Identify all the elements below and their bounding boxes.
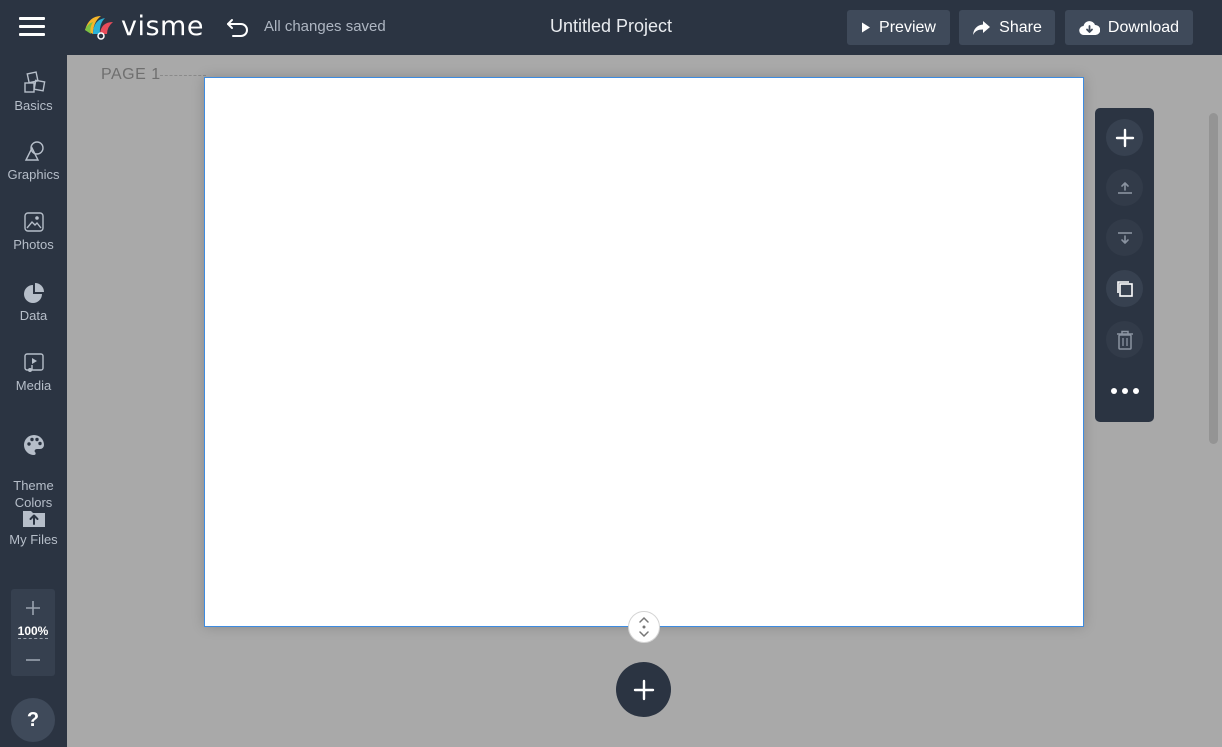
duplicate-page-button[interactable] <box>1106 270 1143 307</box>
move-page-up-button[interactable] <box>1106 169 1143 206</box>
preview-label: Preview <box>879 18 936 36</box>
zoom-control: 100% <box>11 589 55 676</box>
sidebar-item-my-files[interactable]: My Files <box>0 505 67 547</box>
zoom-in-button[interactable] <box>11 597 55 619</box>
more-icon <box>1110 388 1117 394</box>
sidebar-item-media[interactable]: Media <box>0 351 67 393</box>
share-button[interactable]: Share <box>959 10 1055 45</box>
folder-upload-icon <box>22 511 45 527</box>
data-icon <box>23 283 44 303</box>
sidebar-item-basics[interactable]: Basics <box>0 71 67 113</box>
sidebar-item-data[interactable]: Data <box>0 281 67 323</box>
app-logo[interactable]: visme <box>83 10 204 42</box>
page-more-options-button[interactable] <box>1106 376 1143 406</box>
move-page-down-button[interactable] <box>1106 219 1143 256</box>
plus-icon <box>26 601 40 615</box>
sidebar-item-label: Media <box>15 378 52 393</box>
preview-button[interactable]: Preview <box>847 10 950 45</box>
sidebar-item-label: Data <box>19 308 48 323</box>
page-label[interactable]: PAGE 1 <box>101 66 161 84</box>
undo-icon[interactable] <box>225 14 251 40</box>
graphics-icon <box>24 141 44 161</box>
project-title[interactable]: Untitled Project <box>550 16 672 36</box>
page-resize-handle[interactable] <box>628 611 660 643</box>
plus-icon <box>633 679 654 700</box>
top-bar: visme All changes saved Untitled Project… <box>0 0 1222 55</box>
visme-logo-icon <box>85 16 113 40</box>
add-page-button[interactable] <box>616 662 671 717</box>
zoom-level[interactable]: 100% <box>11 624 55 639</box>
page-toolbar <box>1095 108 1154 422</box>
move-up-icon <box>1117 181 1132 194</box>
page-label-divider <box>160 75 206 76</box>
sidebar-item-label: Basics <box>14 98 53 113</box>
sidebar-item-theme-colors[interactable]: Theme Colors <box>0 416 67 511</box>
left-sidebar: Basics Graphics Photos Data Media Theme … <box>0 55 67 747</box>
menu-icon[interactable] <box>17 14 47 40</box>
more-icon <box>1132 388 1139 394</box>
logo-text: visme <box>121 10 204 42</box>
download-button[interactable]: Download <box>1065 10 1193 45</box>
share-label: Share <box>999 18 1042 36</box>
zoom-out-button[interactable] <box>11 649 55 671</box>
move-down-icon <box>1117 231 1132 244</box>
sidebar-item-label: My Files <box>9 532 58 547</box>
basics-icon <box>23 71 45 93</box>
add-page-after-button[interactable] <box>1106 119 1143 156</box>
trash-icon <box>1116 330 1133 350</box>
add-page-icon <box>1115 128 1134 147</box>
sidebar-item-label: Graphics <box>7 167 60 182</box>
duplicate-icon <box>1116 280 1133 297</box>
sidebar-item-graphics[interactable]: Graphics <box>0 140 67 182</box>
zoom-value: 100% <box>17 624 49 639</box>
play-icon <box>862 22 871 33</box>
page-canvas[interactable] <box>204 77 1084 627</box>
save-status: All changes saved <box>264 18 386 35</box>
minus-icon <box>26 659 40 661</box>
help-button[interactable]: ? <box>11 698 55 742</box>
palette-icon <box>23 435 44 455</box>
share-arrow-icon <box>973 20 991 35</box>
cloud-download-icon <box>1079 20 1100 35</box>
download-label: Download <box>1107 18 1180 36</box>
scrollbar-thumb[interactable] <box>1209 113 1218 444</box>
media-icon <box>23 353 44 372</box>
photos-icon <box>23 212 44 232</box>
resize-vertical-icon <box>639 616 649 638</box>
sidebar-item-label: Photos <box>13 237 54 252</box>
more-icon <box>1121 388 1128 394</box>
delete-page-button[interactable] <box>1106 321 1143 358</box>
help-label: ? <box>26 708 40 731</box>
sidebar-item-photos[interactable]: Photos <box>0 210 67 252</box>
